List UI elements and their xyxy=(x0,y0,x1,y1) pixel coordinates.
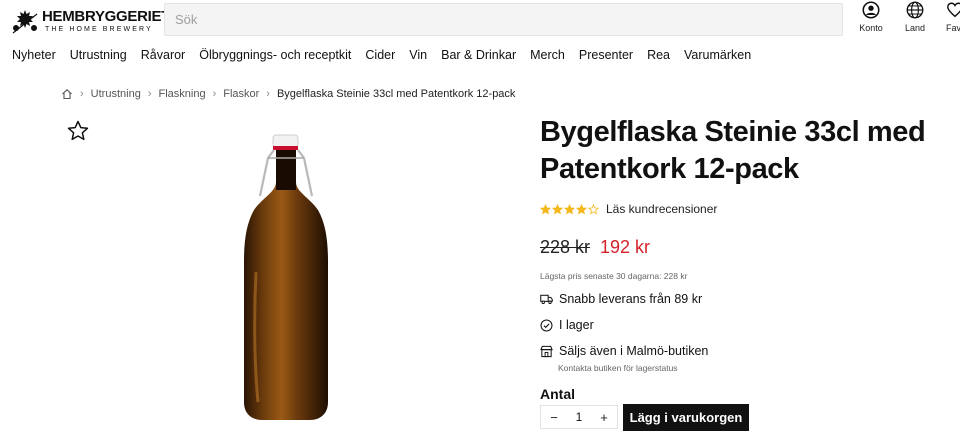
quantity-value[interactable]: 1 xyxy=(576,410,583,424)
truck-icon xyxy=(540,294,553,305)
logo-tagline: THE HOME BREWERY xyxy=(45,26,153,33)
country-button[interactable]: Land xyxy=(895,1,935,41)
favorite-star-icon[interactable] xyxy=(66,119,90,143)
nav-item-ravaror[interactable]: Råvaror xyxy=(141,48,185,64)
breadcrumb-item-flaskning[interactable]: Flaskning xyxy=(158,88,205,100)
quantity-increase-button[interactable]: + xyxy=(597,410,611,425)
chevron-right-icon: › xyxy=(212,88,217,100)
breadcrumb: › Utrustning › Flaskning › Flaskor › Byg… xyxy=(61,87,515,101)
star-icon xyxy=(552,203,563,214)
star-icon xyxy=(540,203,551,214)
nav-item-presenter[interactable]: Presenter xyxy=(579,48,633,64)
logo[interactable]: HEMBRYGGERIET THE HOME BREWERY xyxy=(10,6,170,38)
lowest-price-note: Lägsta pris senaste 30 dagarna: 228 kr xyxy=(540,271,688,281)
reviews-link[interactable]: Läs kundrecensioner xyxy=(606,202,717,216)
chevron-right-icon: › xyxy=(266,88,270,100)
user-circle-icon xyxy=(862,1,880,19)
search-input[interactable] xyxy=(164,3,843,36)
quantity-stepper: − 1 + xyxy=(540,405,618,429)
favorites-label: Fav xyxy=(946,23,960,33)
check-circle-icon xyxy=(540,319,553,331)
home-icon[interactable] xyxy=(61,88,73,100)
nav-item-utrustning[interactable]: Utrustning xyxy=(70,48,127,64)
chevron-right-icon: › xyxy=(147,88,152,100)
product-image[interactable] xyxy=(240,132,332,424)
nav-item-cider[interactable]: Cider xyxy=(365,48,395,64)
nav-item-rea[interactable]: Rea xyxy=(647,48,670,64)
country-label: Land xyxy=(904,23,926,33)
heart-icon xyxy=(947,2,960,18)
product-rating[interactable]: Läs kundrecensioner xyxy=(540,202,717,216)
quantity-decrease-button[interactable]: − xyxy=(547,410,561,425)
hop-logo-icon xyxy=(12,10,38,34)
old-price: 228 kr xyxy=(540,237,591,257)
delivery-text: Snabb leverans från 89 kr xyxy=(559,292,703,306)
product-title: Bygelflaska Steinie 33cl med Patentkork … xyxy=(540,116,926,185)
favorites-button[interactable]: Fav xyxy=(938,1,960,41)
quantity-label: Antal xyxy=(540,386,575,402)
stock-text: I lager xyxy=(559,318,594,332)
add-to-cart-button[interactable]: Lägg i varukorgen xyxy=(623,404,749,431)
star-icon xyxy=(576,203,587,214)
nav-item-varumarken[interactable]: Varumärken xyxy=(684,48,751,64)
account-label: Konto xyxy=(859,23,883,33)
nav-item-vin[interactable]: Vin xyxy=(409,48,427,64)
main-nav: Nyheter Utrustning Råvaror Ölbryggnings-… xyxy=(12,48,765,64)
breadcrumb-item-utrustning[interactable]: Utrustning xyxy=(91,88,141,100)
breadcrumb-item-flaskor[interactable]: Flaskor xyxy=(223,88,259,100)
store-icon xyxy=(540,345,553,357)
nav-item-recept-kit[interactable]: Ölbryggnings- och receptkit xyxy=(199,48,351,64)
globe-icon xyxy=(906,1,924,19)
rating-stars xyxy=(540,203,600,215)
store-info: Säljs även i Malmö-butiken xyxy=(540,344,708,358)
account-button[interactable]: Konto xyxy=(851,1,891,41)
breadcrumb-current: Bygelflaska Steinie 33cl med Patentkork … xyxy=(276,88,516,100)
stock-info: I lager xyxy=(540,318,594,332)
star-icon xyxy=(588,203,599,214)
star-icon xyxy=(564,203,575,214)
delivery-info: Snabb leverans från 89 kr xyxy=(540,292,702,306)
store-subtext: Kontakta butiken för lagerstatus xyxy=(558,363,678,373)
nav-item-bar-drinkar[interactable]: Bar & Drinkar xyxy=(441,48,516,64)
nav-item-nyheter[interactable]: Nyheter xyxy=(12,48,56,64)
nav-item-merch[interactable]: Merch xyxy=(530,48,565,64)
sale-price: 192 kr xyxy=(600,237,651,257)
store-text: Säljs även i Malmö-butiken xyxy=(559,344,709,358)
chevron-right-icon: › xyxy=(80,88,84,100)
logo-name: HEMBRYGGERIET xyxy=(42,8,171,25)
